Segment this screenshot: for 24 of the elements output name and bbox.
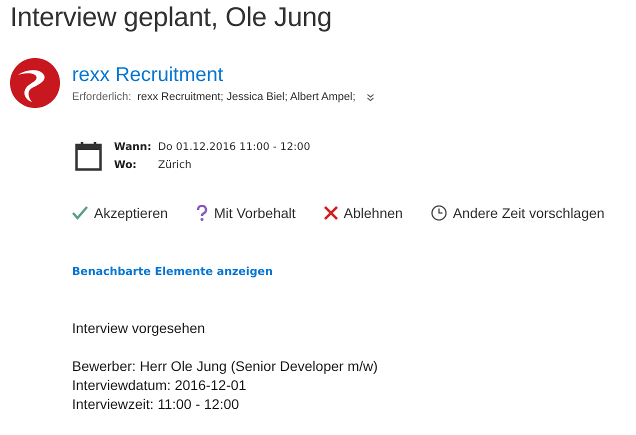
close-icon bbox=[324, 206, 338, 220]
body-text: Interviewdatum: 2016-12-01 bbox=[72, 376, 248, 395]
detail-label: Wo: bbox=[114, 159, 138, 171]
detail-value: Zürich bbox=[158, 159, 193, 171]
message-title: Interview geplant, Ole Jung bbox=[10, 1, 333, 34]
required-label: Erforderlich: bbox=[72, 91, 132, 103]
clock-icon bbox=[430, 205, 447, 221]
attendee-list: rexx Recruitment; Jessica Biel; Albert Ampel; bbox=[137, 91, 356, 103]
detail-label: Wann: bbox=[114, 141, 152, 153]
response-button[interactable]: Mit Vorbehalt bbox=[196, 205, 296, 221]
logo-icon bbox=[10, 58, 60, 108]
body-text: Interviewzeit: 11:00 - 12:00 bbox=[72, 395, 240, 414]
question-mark-icon bbox=[196, 205, 208, 221]
response-button[interactable]: Akzeptieren bbox=[72, 205, 168, 221]
body-heading: Interview vorgesehen bbox=[72, 319, 206, 338]
response-button[interactable]: Andere Zeit vorschlagen bbox=[430, 205, 605, 221]
sender-name[interactable]: rexx Recruitment bbox=[72, 63, 375, 87]
detail-value: Do 01.12.2016 11:00 - 12:00 bbox=[158, 141, 310, 153]
checkmark-icon bbox=[72, 206, 88, 220]
expand-icon[interactable] bbox=[366, 92, 375, 102]
related-items-link[interactable]: Benachbarte Elemente anzeigen bbox=[72, 265, 273, 278]
body-text: Bewerber: Herr Ole Jung (Senior Developer m/w) bbox=[72, 357, 379, 376]
calendar-icon bbox=[75, 140, 102, 171]
response-button[interactable]: Ablehnen bbox=[324, 205, 403, 221]
